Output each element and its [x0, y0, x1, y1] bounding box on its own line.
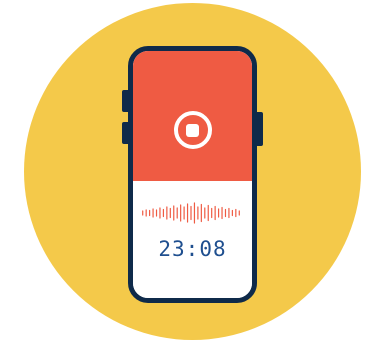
recorder-control-panel [133, 51, 252, 181]
stop-recording-button[interactable] [173, 111, 212, 149]
phone-frame: 23:08 [128, 46, 257, 303]
recording-timer: 23:08 [158, 237, 227, 261]
audio-waveform [142, 202, 240, 224]
illustration: 23:08 [0, 0, 383, 342]
stop-icon [186, 123, 199, 137]
recording-info-panel: 23:08 [133, 181, 252, 298]
